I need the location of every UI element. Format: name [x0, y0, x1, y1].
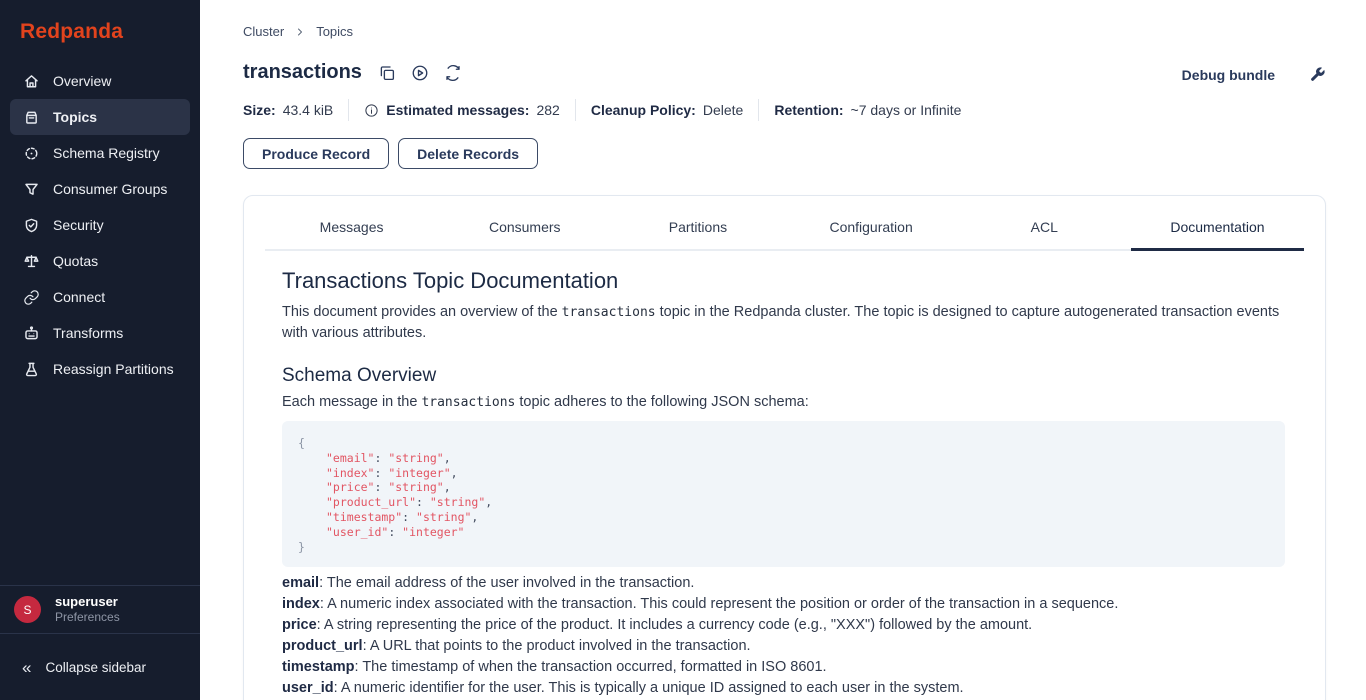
stat-size: Size: 43.4 kiB	[243, 102, 333, 118]
sidebar-item-label: Quotas	[53, 253, 98, 269]
delete-records-button[interactable]: Delete Records	[398, 138, 538, 169]
tab-acl[interactable]: ACL	[958, 219, 1131, 251]
breadcrumb-topics[interactable]: Topics	[316, 24, 353, 39]
divider	[575, 99, 576, 121]
breadcrumb-cluster[interactable]: Cluster	[243, 24, 284, 39]
code-line: "product_url": "string",	[298, 495, 1269, 510]
sidebar-item-label: Reassign Partitions	[53, 361, 174, 377]
field-index: index: A numeric index associated with t…	[282, 594, 1285, 615]
topic-card: Messages Consumers Partitions Configurat…	[243, 195, 1326, 700]
collapse-sidebar-button[interactable]: « Collapse sidebar	[0, 633, 200, 700]
stat-cleanup-policy: Cleanup Policy: Delete	[591, 102, 744, 118]
play-circle-icon[interactable]	[411, 64, 429, 82]
code-line: }	[298, 540, 1269, 555]
sidebar-item-quotas[interactable]: Quotas	[10, 243, 190, 279]
tab-configuration[interactable]: Configuration	[785, 219, 958, 251]
code-line: "email": "string",	[298, 451, 1269, 466]
page-title: transactions	[243, 61, 362, 84]
field-price: price: A string representing the price o…	[282, 615, 1285, 636]
tab-documentation[interactable]: Documentation	[1131, 219, 1304, 251]
user-info: superuser Preferences	[55, 594, 120, 625]
tab-bar: Messages Consumers Partitions Configurat…	[265, 196, 1304, 251]
schema-registry-icon	[22, 144, 40, 162]
code-line: "index": "integer",	[298, 466, 1269, 481]
shield-check-icon	[22, 216, 40, 234]
breadcrumb: Cluster Topics	[243, 24, 1326, 39]
produce-record-button[interactable]: Produce Record	[243, 138, 389, 169]
sidebar-item-label: Connect	[53, 289, 105, 305]
debug-bundle-link[interactable]: Debug bundle	[1182, 67, 1275, 83]
wrench-icon[interactable]	[1309, 66, 1326, 83]
divider	[348, 99, 349, 121]
inline-code: transactions	[562, 305, 656, 320]
tab-consumers[interactable]: Consumers	[438, 219, 611, 251]
code-line: {	[298, 436, 1269, 451]
sidebar-item-consumer-groups[interactable]: Consumer Groups	[10, 171, 190, 207]
sidebar-item-overview[interactable]: Overview	[10, 63, 190, 99]
info-icon	[364, 103, 379, 118]
action-buttons: Produce Record Delete Records	[243, 138, 1326, 169]
sidebar-item-label: Transforms	[53, 325, 123, 341]
schema-overview-heading: Schema Overview	[282, 365, 1285, 387]
field-email: email: The email address of the user inv…	[282, 573, 1285, 594]
code-line: "user_id": "integer"	[298, 525, 1269, 540]
documentation-content: Transactions Topic Documentation This do…	[244, 251, 1325, 699]
tab-messages[interactable]: Messages	[265, 219, 438, 251]
tab-partitions[interactable]: Partitions	[611, 219, 784, 251]
divider	[758, 99, 759, 121]
doc-intro: This document provides an overview of th…	[282, 302, 1285, 344]
topics-icon	[22, 108, 40, 126]
main-content: Cluster Topics transactions Debug bu	[200, 0, 1366, 700]
code-line: "price": "string",	[298, 480, 1269, 495]
field-descriptions: email: The email address of the user inv…	[282, 573, 1285, 699]
stat-estimated-messages: Estimated messages: 282	[364, 102, 560, 118]
redpanda-logo: Redpanda	[0, 0, 200, 54]
topic-stats: Size: 43.4 kiB Estimated messages: 282 C…	[243, 99, 1326, 121]
json-schema-code-block: { "email": "string", "index": "integer",…	[282, 421, 1285, 567]
flask-icon	[22, 360, 40, 378]
title-row: transactions	[243, 61, 1326, 84]
user-name: superuser	[55, 594, 120, 610]
sidebar-item-transforms[interactable]: Transforms	[10, 315, 190, 351]
robot-icon	[22, 324, 40, 342]
sidebar-item-label: Security	[53, 217, 104, 233]
sidebar-item-security[interactable]: Security	[10, 207, 190, 243]
chevron-right-icon	[294, 26, 306, 38]
link-icon	[22, 288, 40, 306]
collapse-sidebar-label: Collapse sidebar	[45, 660, 146, 675]
inline-code: transactions	[421, 395, 515, 410]
user-profile[interactable]: S superuser Preferences	[0, 585, 200, 633]
app-root: Redpanda Overview Topics Schema Registry	[0, 0, 1366, 700]
sidebar: Redpanda Overview Topics Schema Registry	[0, 0, 200, 700]
refresh-icon[interactable]	[444, 64, 462, 82]
stat-retention: Retention: ~7 days or Infinite	[774, 102, 961, 118]
user-preferences-link[interactable]: Preferences	[55, 610, 120, 625]
debug-bundle-area: Debug bundle	[1182, 66, 1326, 83]
doc-title: Transactions Topic Documentation	[282, 268, 1285, 294]
avatar: S	[14, 596, 41, 623]
funnel-icon	[22, 180, 40, 198]
sidebar-item-reassign-partitions[interactable]: Reassign Partitions	[10, 351, 190, 387]
home-icon	[22, 72, 40, 90]
field-user-id: user_id: A numeric identifier for the us…	[282, 678, 1285, 699]
sidebar-nav: Overview Topics Schema Registry Consumer…	[0, 54, 200, 585]
scales-icon	[22, 252, 40, 270]
sidebar-item-label: Topics	[53, 109, 97, 125]
field-product-url: product_url: A URL that points to the pr…	[282, 636, 1285, 657]
sidebar-item-topics[interactable]: Topics	[10, 99, 190, 135]
sidebar-item-label: Schema Registry	[53, 145, 160, 161]
sidebar-item-schema-registry[interactable]: Schema Registry	[10, 135, 190, 171]
double-chevron-left-icon: «	[22, 659, 31, 676]
field-timestamp: timestamp: The timestamp of when the tra…	[282, 657, 1285, 678]
sidebar-item-label: Consumer Groups	[53, 181, 167, 197]
sidebar-item-label: Overview	[53, 73, 111, 89]
copy-icon[interactable]	[378, 64, 396, 82]
code-line: "timestamp": "string",	[298, 510, 1269, 525]
sidebar-item-connect[interactable]: Connect	[10, 279, 190, 315]
schema-intro: Each message in the transactions topic a…	[282, 394, 1285, 410]
